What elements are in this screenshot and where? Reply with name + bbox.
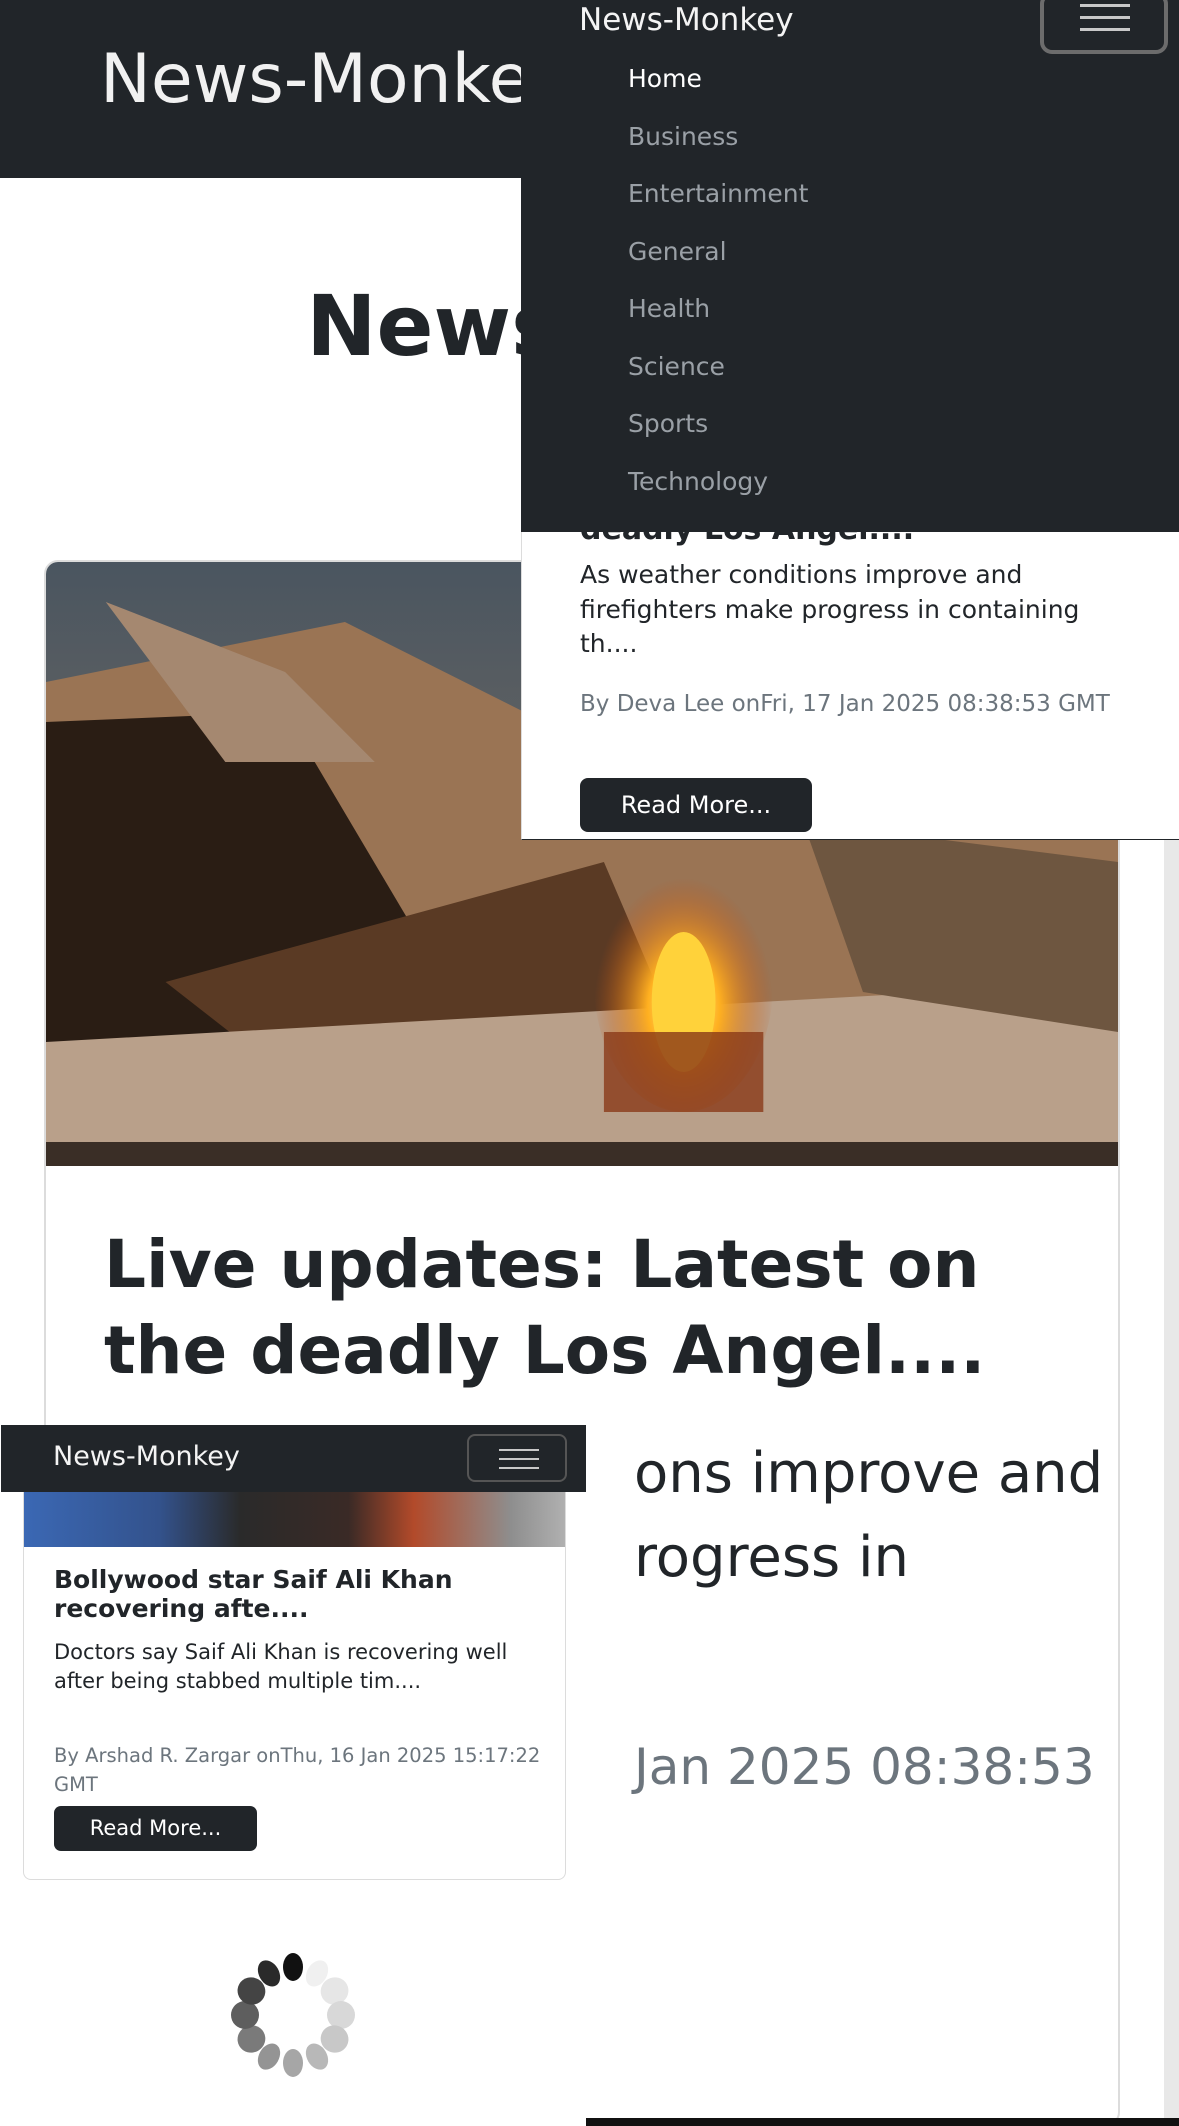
featured-card-title[interactable]: deadly Los Angel....: [580, 532, 914, 550]
background-desc-line: rogress in: [634, 1525, 910, 1590]
featured-card-meta: By Deva Lee onFri, 17 Jan 2025 08:38:53 …: [580, 691, 1110, 717]
mobile-card-description: Doctors say Saif Ali Khan is recovering …: [54, 1640, 508, 1693]
read-more-button[interactable]: Read More...: [580, 778, 812, 832]
mobile-card-meta: By Arshad R. Zargar onThu, 16 Jan 2025 1…: [54, 1744, 541, 1796]
navbar-toggler-button[interactable]: [1040, 0, 1168, 54]
bottom-border: [586, 2118, 1179, 2126]
featured-news-card: deadly Los Angel.... As weather conditio…: [521, 532, 1179, 840]
background-card-title[interactable]: Live updates: Latest on the deadly Los A…: [104, 1222, 1064, 1394]
nav-item-health[interactable]: Health: [628, 290, 808, 348]
mobile-news-card: Bollywood star Saif Ali Khan recovering …: [23, 1492, 566, 1880]
featured-card-description: As weather conditions improve and firefi…: [580, 560, 1080, 658]
nav-item-technology[interactable]: Technology: [628, 463, 808, 521]
mobile-card-image: [24, 1492, 565, 1547]
nav-menu: Home Business Entertainment General Heal…: [628, 60, 808, 520]
nav-item-home[interactable]: Home: [628, 60, 808, 118]
mobile-navbar: News-Monkey: [1, 1425, 586, 1492]
nav-item-entertainment[interactable]: Entertainment: [628, 175, 808, 233]
mobile-navbar-brand[interactable]: News-Monkey: [53, 1441, 240, 1472]
background-brand[interactable]: News-Monke: [100, 40, 530, 119]
mobile-navbar-toggler-button[interactable]: [467, 1434, 567, 1482]
navbar-brand[interactable]: News-Monkey: [579, 2, 794, 38]
mobile-read-more-button[interactable]: Read More...: [54, 1806, 257, 1851]
mobile-view: News-Monkey Bollywood star Saif Ali Khan…: [0, 1425, 586, 2126]
nav-item-science[interactable]: Science: [628, 348, 808, 406]
nav-item-business[interactable]: Business: [628, 118, 808, 176]
navbar-dropdown: News-Monkey Home Business Entertainment …: [521, 0, 1179, 532]
nav-item-sports[interactable]: Sports: [628, 405, 808, 463]
background-desc-line: ons improve and: [634, 1441, 1104, 1506]
mobile-card-title[interactable]: Bollywood star Saif Ali Khan recovering …: [54, 1565, 544, 1623]
spinner-icon: [231, 1953, 355, 2077]
nav-item-general[interactable]: General: [628, 233, 808, 291]
